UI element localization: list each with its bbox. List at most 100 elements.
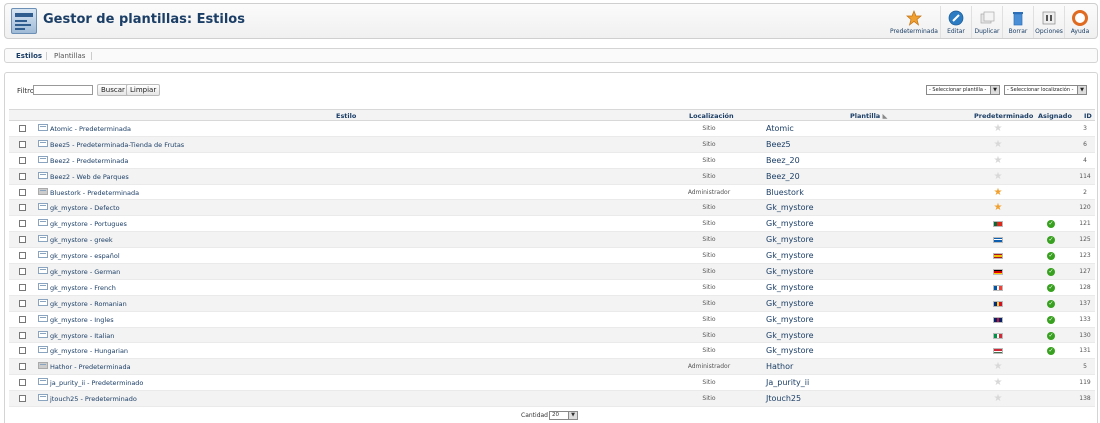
template-link[interactable]: Gk_mystore <box>766 346 814 355</box>
table-row[interactable]: gk_mystore - Hungarian Sitio Gk_mystore … <box>9 343 1095 360</box>
template-link[interactable]: Beez5 <box>766 140 791 149</box>
filter-input[interactable] <box>33 85 93 95</box>
style-name-link[interactable]: gk_mystore - Ingles <box>50 316 114 324</box>
table-row[interactable]: gk_mystore - Defecto Sitio Gk_mystore ★ … <box>9 200 1095 217</box>
options-button[interactable]: Opciones <box>1033 6 1064 38</box>
default-star-icon[interactable]: ★ <box>993 187 1003 198</box>
template-link[interactable]: Gk_mystore <box>766 219 814 228</box>
table-row[interactable]: Beez2 - Predeterminada Sitio Beez_20 ★ 4 <box>9 153 1095 169</box>
style-name-link[interactable]: Hathor - Predeterminada <box>50 363 131 371</box>
style-name-link[interactable]: gk_mystore - Defecto <box>50 204 120 212</box>
table-row[interactable]: gk_mystore - español Sitio Gk_mystore ✓ … <box>9 248 1095 265</box>
table-row[interactable]: gk_mystore - Italian Sitio Gk_mystore ✓ … <box>9 327 1095 344</box>
template-link[interactable]: Gk_mystore <box>766 267 814 276</box>
row-checkbox[interactable] <box>19 379 26 387</box>
style-name-link[interactable]: gk_mystore - French <box>50 284 116 292</box>
row-checkbox[interactable] <box>19 283 26 291</box>
table-row[interactable]: Beez5 - Predeterminada-Tienda de Frutas … <box>9 136 1095 153</box>
template-link[interactable]: Gk_mystore <box>766 283 814 292</box>
template-link[interactable]: Gk_mystore <box>766 331 814 340</box>
template-link[interactable]: Gk_mystore <box>766 299 814 308</box>
column-location[interactable]: Localización <box>689 112 734 120</box>
row-checkbox[interactable] <box>19 125 26 132</box>
style-name-link[interactable]: gk_mystore - Romanian <box>50 300 127 308</box>
style-name-link[interactable]: gk_mystore - Italian <box>50 332 114 340</box>
table-row[interactable]: gk_mystore - Ingles Sitio Gk_mystore ✓ 1… <box>9 312 1095 328</box>
column-assigned[interactable]: Asignado <box>1038 112 1072 120</box>
template-select[interactable]: - Seleccionar plantilla - ▼ <box>926 85 1000 95</box>
delete-button[interactable]: Borrar <box>1002 6 1033 38</box>
help-button[interactable]: Ayuda <box>1064 6 1095 38</box>
set-default-star-icon[interactable]: ★ <box>993 171 1003 182</box>
set-default-star-icon[interactable]: ★ <box>993 139 1003 150</box>
template-link[interactable]: Jtouch25 <box>766 394 801 403</box>
row-checkbox[interactable] <box>19 395 26 403</box>
table-row[interactable]: Hathor - Predeterminada Administrador Ha… <box>9 359 1095 376</box>
row-checkbox[interactable] <box>19 268 26 276</box>
clear-button[interactable]: Limpiar <box>126 84 161 96</box>
table-row[interactable]: ja_purity_ii - Predeterminado Sitio Ja_p… <box>9 375 1095 392</box>
set-default-star-icon[interactable]: ★ <box>993 155 1003 166</box>
column-template[interactable]: Plantilla ◣ <box>850 112 887 120</box>
style-name-link[interactable]: Atomic - Predeterminada <box>50 125 131 133</box>
column-id[interactable]: ID <box>1084 112 1092 120</box>
style-name-link[interactable]: gk_mystore - greek <box>50 236 113 244</box>
table-row[interactable]: gk_mystore - Portugues Sitio Gk_mystore … <box>9 216 1095 233</box>
template-link[interactable]: Beez_20 <box>766 172 800 181</box>
quantity-select[interactable]: 20 ▼ <box>549 411 578 420</box>
template-link[interactable]: Bluestork <box>766 188 804 197</box>
row-checkbox[interactable] <box>19 140 26 148</box>
default-star-icon[interactable]: ★ <box>993 203 1003 213</box>
table-row[interactable]: gk_mystore - French Sitio Gk_mystore ✓ 1… <box>9 280 1095 296</box>
table-row[interactable]: Bluestork - Predeterminada Administrador… <box>9 185 1095 201</box>
template-link[interactable]: Beez_20 <box>766 156 800 165</box>
column-default[interactable]: Predeterminado <box>974 112 1033 120</box>
template-link[interactable]: Atomic <box>766 124 794 133</box>
row-checkbox[interactable] <box>19 363 26 371</box>
table-row[interactable]: gk_mystore - Romanian Sitio Gk_mystore ✓… <box>9 295 1095 312</box>
set-default-star-icon[interactable]: ★ <box>993 124 1003 134</box>
default-button[interactable]: Predeterminada <box>888 6 940 38</box>
style-name-link[interactable]: gk_mystore - Portugues <box>50 220 127 228</box>
style-name-link[interactable]: Beez2 - Predeterminada <box>50 157 128 165</box>
table-row[interactable]: gk_mystore - German Sitio Gk_mystore ✓ 1… <box>9 264 1095 280</box>
row-checkbox[interactable] <box>19 299 26 307</box>
column-style[interactable]: Estilo <box>336 112 356 120</box>
tab-templates[interactable]: Plantillas <box>54 52 85 60</box>
table-row[interactable]: gk_mystore - greek Sitio Gk_mystore ✓ 12… <box>9 232 1095 249</box>
style-name-link[interactable]: jtouch25 - Predeterminado <box>50 395 137 403</box>
row-checkbox[interactable] <box>19 236 26 244</box>
row-checkbox[interactable] <box>19 188 26 196</box>
set-default-star-icon[interactable]: ★ <box>993 394 1003 404</box>
template-link[interactable]: Hathor <box>766 362 793 371</box>
table-row[interactable]: jtouch25 - Predeterminado Sitio Jtouch25… <box>9 391 1095 408</box>
style-name-link[interactable]: Beez5 - Predeterminada-Tienda de Frutas <box>50 141 184 149</box>
tab-styles[interactable]: Estilos <box>16 52 42 60</box>
style-name-link[interactable]: Beez2 - Web de Parques <box>50 173 129 181</box>
row-checkbox[interactable] <box>19 252 26 260</box>
row-checkbox[interactable] <box>19 347 26 355</box>
table-row[interactable]: Beez2 - Web de Parques Sitio Beez_20 ★ 1… <box>9 168 1095 185</box>
style-name-link[interactable]: gk_mystore - German <box>50 268 120 276</box>
location-select[interactable]: - Seleccionar localización - ▼ <box>1004 85 1087 95</box>
style-name-link[interactable]: gk_mystore - Hungarian <box>50 347 128 355</box>
set-default-star-icon[interactable]: ★ <box>993 362 1003 372</box>
row-checkbox[interactable] <box>19 172 26 180</box>
template-link[interactable]: Gk_mystore <box>766 251 814 260</box>
edit-button[interactable]: Editar <box>940 6 971 38</box>
template-link[interactable]: Gk_mystore <box>766 315 814 324</box>
template-link[interactable]: Gk_mystore <box>766 203 814 212</box>
row-checkbox[interactable] <box>19 315 26 323</box>
template-link[interactable]: Ja_purity_ii <box>766 378 809 387</box>
style-name-link[interactable]: Bluestork - Predeterminada <box>50 189 139 197</box>
set-default-star-icon[interactable]: ★ <box>993 378 1003 388</box>
style-name-link[interactable]: ja_purity_ii - Predeterminado <box>50 379 143 387</box>
row-checkbox[interactable] <box>19 331 26 339</box>
duplicate-button[interactable]: Duplicar <box>971 6 1002 38</box>
table-row[interactable]: Atomic - Predeterminada Sitio Atomic ★ 3 <box>9 121 1095 137</box>
row-checkbox[interactable] <box>19 156 26 164</box>
template-link[interactable]: Gk_mystore <box>766 235 814 244</box>
search-button[interactable]: Buscar <box>97 84 129 96</box>
row-checkbox[interactable] <box>19 220 26 228</box>
row-checkbox[interactable] <box>19 204 26 212</box>
